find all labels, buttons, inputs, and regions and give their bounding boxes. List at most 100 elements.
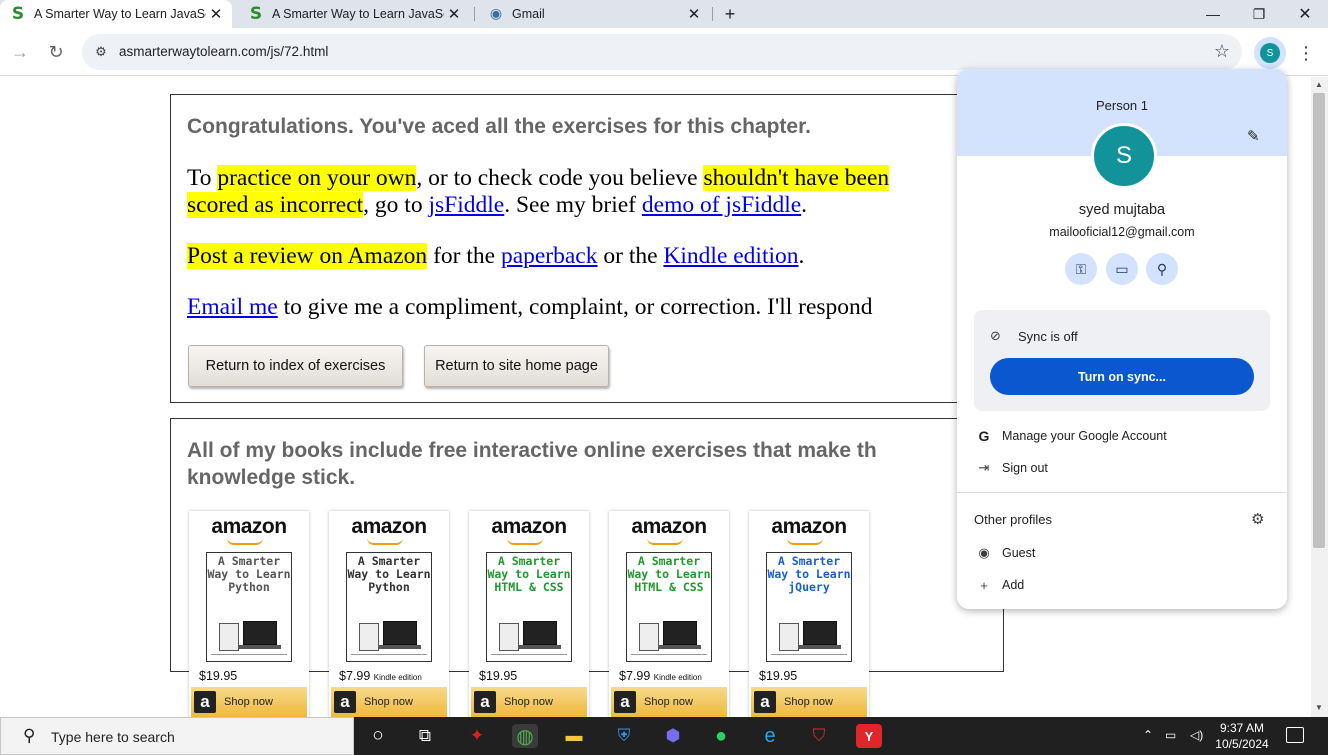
shop-now-label: Shop now [364, 696, 413, 708]
profile-button[interactable]: S [1254, 37, 1286, 69]
tab-3[interactable]: ◉ Gmail ✕ [478, 0, 710, 28]
tab-2[interactable]: S A Smarter Way to Learn JavaScr ✕ [238, 0, 470, 28]
edition-label: Kindle edition [373, 673, 422, 682]
chrome-icon[interactable]: ◍ [512, 724, 538, 748]
shop-now-button[interactable]: a Shop now [611, 687, 727, 717]
edit-pencil-icon[interactable]: ✎ [1247, 127, 1260, 145]
search-icon: ⚲ [23, 726, 36, 745]
cortana-icon[interactable]: ○ [365, 724, 391, 748]
kindle-link[interactable]: Kindle edition [663, 243, 798, 269]
yandex-app-icon[interactable]: Y [856, 724, 882, 748]
book-title: A Smarter Way to Learn jQuery [767, 554, 851, 594]
taskbar-search[interactable]: ⚲ Type here to search [0, 717, 354, 755]
text: To [187, 165, 218, 191]
turn-on-sync-button[interactable]: Turn on sync... [990, 358, 1254, 395]
shop-now-label: Shop now [644, 696, 693, 708]
shop-now-button[interactable]: a Shop now [751, 687, 867, 717]
close-window-icon[interactable]: ✕ [1282, 0, 1328, 28]
location-icon[interactable]: ⚲ [1146, 253, 1178, 285]
highlight-text: shouldn't have been [703, 165, 890, 191]
scrollbar-thumb[interactable] [1313, 93, 1325, 548]
kebab-menu-icon[interactable]: ⋮ [1296, 40, 1316, 66]
address-bar[interactable]: ⚙ asmarterwaytolearn.com/js/72.html ☆ [82, 34, 1242, 70]
devices-icon [499, 619, 561, 653]
jsfiddle-demo-link[interactable]: demo of jsFiddle [642, 192, 801, 218]
key-icon[interactable]: ⚿ [1065, 253, 1097, 285]
shop-now-label: Shop now [504, 696, 553, 708]
price-value: $19.95 [199, 669, 238, 683]
maximize-icon[interactable]: ❐ [1236, 0, 1282, 28]
tab-title: A Smarter Way to Learn JavaScr [34, 7, 206, 21]
minimize-icon[interactable]: — [1190, 0, 1236, 28]
add-label: Add [1002, 578, 1025, 592]
taskbar-clock[interactable]: 9:37 AM 10/5/2024 [1210, 720, 1274, 752]
amazon-a-icon: a [474, 691, 496, 713]
book-card[interactable]: amazon A Smarter Way to Learn jQuery $19… [749, 511, 869, 717]
notification-icon[interactable] [1286, 727, 1304, 743]
task-view-icon[interactable]: ⧉ [412, 724, 438, 748]
book-cover[interactable]: A Smarter Way to Learn jQuery [766, 552, 852, 662]
book-card[interactable]: amazon A Smarter Way to Learn Python $19… [189, 511, 309, 717]
page-scrollbar[interactable]: ▲ ▼ [1311, 77, 1328, 717]
text: or the [597, 243, 664, 269]
gear-icon[interactable]: ⚙ [1251, 510, 1264, 528]
shop-now-button[interactable]: a Shop now [331, 687, 447, 717]
plus-icon: + [980, 577, 988, 593]
gmail-icon: ◉ [489, 6, 503, 22]
site-info-icon[interactable]: ⚙ [92, 43, 110, 61]
sync-section: ⊘ Sync is off Turn on sync... [974, 310, 1270, 411]
network-icon[interactable]: ▭ [1165, 728, 1176, 742]
paperback-link[interactable]: paperback [501, 243, 598, 269]
mcafee-icon[interactable]: ⛉ [806, 724, 832, 748]
book-price: $19.95 [479, 669, 517, 683]
tab-title: A Smarter Way to Learn JavaScr [272, 7, 444, 21]
close-tab-icon[interactable]: ✕ [444, 5, 464, 23]
book-cover[interactable]: A Smarter Way to Learn HTML & CSS [626, 552, 712, 662]
shop-now-button[interactable]: a Shop now [191, 687, 307, 717]
whatsapp-icon[interactable]: ● [708, 724, 734, 748]
guest-profile-item[interactable]: ◉ Guest [974, 541, 1035, 565]
return-home-button[interactable]: Return to site home page [424, 345, 609, 387]
book-card[interactable]: amazon A Smarter Way to Learn HTML & CSS… [609, 511, 729, 717]
volume-icon[interactable]: ◁) [1190, 728, 1203, 742]
tray-chevron-icon[interactable]: ⌃ [1143, 728, 1153, 742]
book-price: $7.99 Kindle edition [339, 669, 422, 683]
app-hex-icon[interactable]: ⬢ [660, 724, 686, 748]
price-value: $19.95 [479, 669, 518, 683]
book-cover[interactable]: A Smarter Way to Learn Python [206, 552, 292, 662]
add-profile-item[interactable]: + Add [974, 573, 1024, 597]
email-me-link[interactable]: Email me [187, 294, 278, 320]
steps-divider [351, 654, 427, 659]
email-paragraph: Email me to give me a compliment, compla… [187, 294, 873, 321]
scroll-up-icon[interactable]: ▲ [1315, 80, 1323, 89]
return-index-button[interactable]: Return to index of exercises [188, 345, 403, 387]
sign-out-item[interactable]: ⇥ Sign out [974, 456, 1048, 480]
price-value: $7.99 [339, 669, 371, 683]
book-card[interactable]: amazon A Smarter Way to Learn HTML & CSS… [469, 511, 589, 717]
file-explorer-icon[interactable]: ▬ [561, 724, 587, 748]
new-tab-icon[interactable]: + [720, 0, 740, 28]
back-icon[interactable]: → [6, 38, 34, 66]
devices-icon [639, 619, 701, 653]
tab-1[interactable]: S A Smarter Way to Learn JavaScr ✕ [0, 0, 232, 28]
book-price: $19.95 [759, 669, 797, 683]
book-cover[interactable]: A Smarter Way to Learn HTML & CSS [486, 552, 572, 662]
shop-now-button[interactable]: a Shop now [471, 687, 587, 717]
reload-icon[interactable]: ↻ [42, 38, 70, 66]
book-cover[interactable]: A Smarter Way to Learn Python [346, 552, 432, 662]
book-card[interactable]: amazon A Smarter Way to Learn Python $7.… [329, 511, 449, 717]
windows-taskbar: ⚲ Type here to search ○ ⧉ ✦ ◍ ▬ ⛨ ⬢ ● e … [0, 717, 1328, 755]
edge-icon[interactable]: e [757, 724, 783, 748]
jsfiddle-link[interactable]: jsFiddle [428, 192, 504, 218]
antivirus-app-icon[interactable]: ✦ [464, 724, 490, 748]
scroll-down-icon[interactable]: ▼ [1315, 703, 1323, 712]
close-tab-icon[interactable]: ✕ [684, 5, 704, 23]
defender-icon[interactable]: ⛨ [611, 724, 637, 748]
url-text[interactable]: asmarterwaytolearn.com/js/72.html [119, 44, 328, 59]
card-icon[interactable]: ▭ [1106, 253, 1138, 285]
close-tab-icon[interactable]: ✕ [206, 5, 226, 23]
sync-status: Sync is off [1018, 329, 1078, 344]
steps-divider [631, 654, 707, 659]
manage-account-item[interactable]: G Manage your Google Account [974, 424, 1167, 448]
bookmark-star-icon[interactable]: ☆ [1214, 41, 1230, 62]
